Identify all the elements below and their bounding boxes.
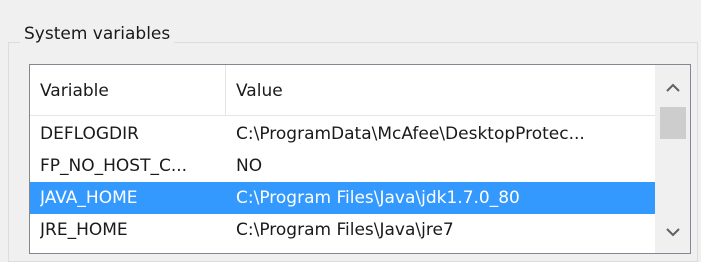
variable-name: FP_NO_HOST_C... xyxy=(40,156,188,176)
vertical-scrollbar[interactable] xyxy=(655,65,690,253)
chevron-down-icon[interactable] xyxy=(656,215,690,249)
table-row[interactable]: FP_NO_HOST_C... NO xyxy=(30,150,656,182)
column-header-variable[interactable]: Variable xyxy=(30,65,226,115)
table-row[interactable]: JRE_HOME C:\Program Files\Java\jre7 xyxy=(30,214,656,246)
variable-name: JRE_HOME xyxy=(40,220,128,240)
variable-value: C:\Program Files\Java\jdk1.7.0_80 xyxy=(236,188,520,208)
variable-value: NO xyxy=(236,156,263,176)
list-header: Variable Value xyxy=(30,65,656,116)
variable-name: DEFLOGDIR xyxy=(40,124,139,144)
scrollbar-thumb[interactable] xyxy=(660,107,686,139)
chevron-up-icon[interactable] xyxy=(656,71,690,105)
table-row[interactable]: DEFLOGDIR C:\ProgramData\McAfee\DesktopP… xyxy=(30,118,656,150)
variable-value: C:\ProgramData\McAfee\DesktopProtec... xyxy=(236,124,585,144)
table-row-selected[interactable]: JAVA_HOME C:\Program Files\Java\jdk1.7.0… xyxy=(30,182,656,214)
system-variables-title: System variables xyxy=(20,24,175,44)
system-variables-list[interactable]: Variable Value DEFLOGDIR C:\ProgramData\… xyxy=(29,64,691,254)
variable-value: C:\Program Files\Java\jre7 xyxy=(236,220,454,240)
list-rows: DEFLOGDIR C:\ProgramData\McAfee\DesktopP… xyxy=(30,118,656,246)
variable-name: JAVA_HOME xyxy=(40,188,138,208)
column-header-value[interactable]: Value xyxy=(226,65,656,115)
